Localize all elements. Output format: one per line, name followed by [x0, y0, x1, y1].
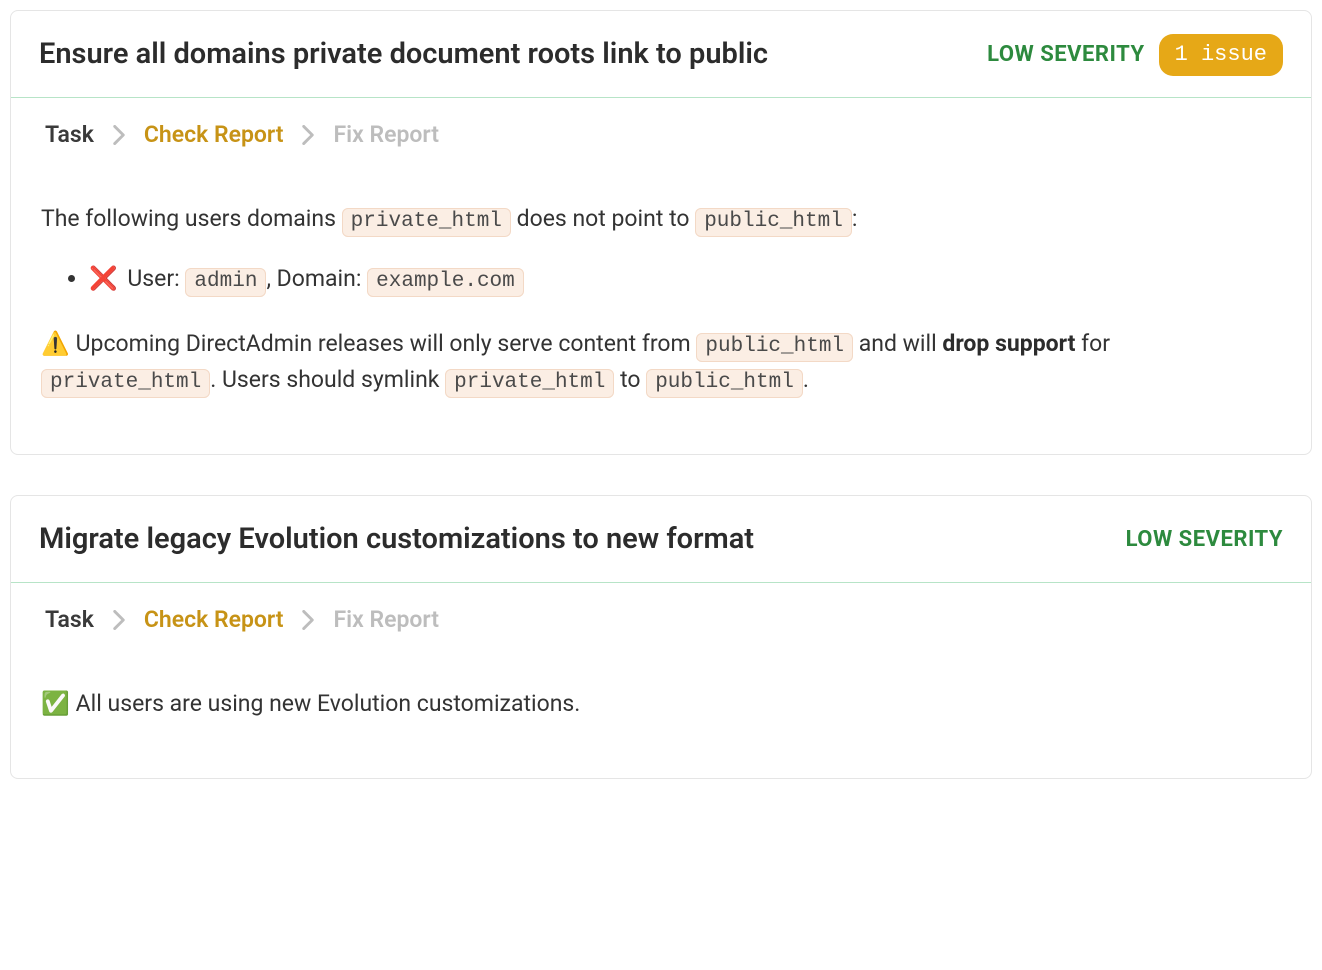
tab-bar: Task Check Report Fix Report: [11, 98, 1311, 163]
text: .: [803, 366, 809, 393]
text: does not point to: [511, 205, 695, 232]
card-title: Ensure all domains private document root…: [39, 33, 969, 77]
tab-check-report[interactable]: Check Report: [144, 603, 284, 638]
text: . Users should symlink: [210, 366, 445, 393]
intro-line: The following users domains private_html…: [41, 202, 1281, 238]
code-user: admin: [185, 268, 266, 297]
code-private-html: private_html: [41, 369, 210, 398]
text: and will: [853, 330, 942, 357]
chevron-right-icon: [112, 125, 126, 145]
card-title: Migrate legacy Evolution customizations …: [39, 518, 1108, 562]
chevron-right-icon: [112, 610, 126, 630]
cross-icon: ❌: [89, 265, 118, 292]
chevron-right-icon: [301, 610, 315, 630]
code-private-html: private_html: [342, 208, 511, 237]
issue-count-badge: 1 issue: [1159, 34, 1283, 76]
task-card-private-html: Ensure all domains private document root…: [10, 10, 1312, 455]
code-public-html: public_html: [646, 369, 803, 398]
tab-task[interactable]: Task: [45, 118, 94, 153]
code-private-html: private_html: [445, 369, 614, 398]
task-card-evolution-migration: Migrate legacy Evolution customizations …: [10, 495, 1312, 779]
text: for: [1075, 330, 1110, 357]
tab-fix-report: Fix Report: [333, 603, 438, 638]
ok-line: ✅All users are using new Evolution custo…: [41, 687, 1281, 722]
chevron-right-icon: [301, 125, 315, 145]
text: The following users domains: [41, 205, 342, 232]
code-public-html: public_html: [696, 333, 853, 362]
warning-icon: ⚠️: [41, 330, 70, 357]
text: All users are using new Evolution custom…: [76, 690, 581, 717]
text: to: [614, 366, 646, 393]
tab-bar: Task Check Report Fix Report: [11, 583, 1311, 648]
text: :: [852, 205, 858, 232]
tab-check-report[interactable]: Check Report: [144, 118, 284, 153]
tab-task[interactable]: Task: [45, 603, 94, 638]
issue-list: ❌ User: admin, Domain: example.com: [71, 262, 1281, 298]
list-item: ❌ User: admin, Domain: example.com: [89, 262, 1281, 298]
tab-fix-report: Fix Report: [333, 118, 438, 153]
header-badges: LOW SEVERITY 1 issue: [987, 34, 1283, 76]
card-body: ✅All users are using new Evolution custo…: [11, 647, 1311, 778]
card-body: The following users domains private_html…: [11, 162, 1311, 454]
header-badges: LOW SEVERITY: [1126, 523, 1283, 556]
code-domain: example.com: [367, 268, 524, 297]
code-public-html: public_html: [695, 208, 852, 237]
check-icon: ✅: [41, 690, 70, 717]
domain-label: , Domain:: [266, 265, 367, 292]
text: Upcoming DirectAdmin releases will only …: [76, 330, 697, 357]
card-header: Migrate legacy Evolution customizations …: [11, 496, 1311, 583]
emphasis-drop-support: drop support: [942, 330, 1075, 357]
warning-paragraph: ⚠️Upcoming DirectAdmin releases will onl…: [41, 327, 1281, 398]
severity-label: LOW SEVERITY: [1126, 523, 1283, 556]
card-header: Ensure all domains private document root…: [11, 11, 1311, 98]
user-label: User:: [127, 265, 185, 292]
severity-label: LOW SEVERITY: [987, 38, 1144, 71]
